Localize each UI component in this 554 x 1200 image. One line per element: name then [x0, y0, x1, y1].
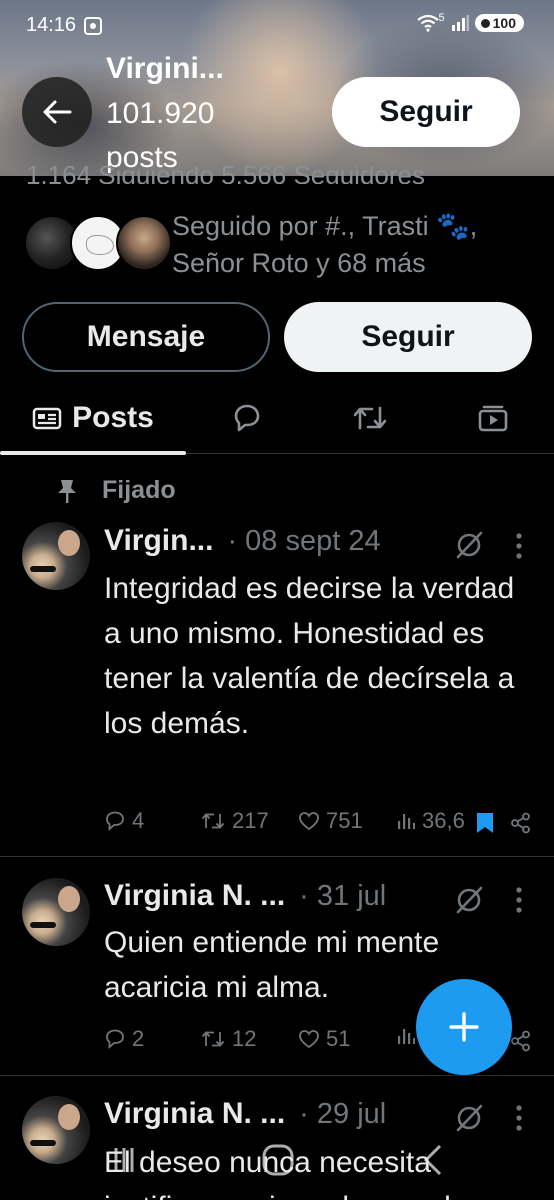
- grok-icon[interactable]: [454, 885, 484, 915]
- plus-icon: [449, 1012, 479, 1042]
- post-divider: [0, 856, 554, 857]
- repost-button[interactable]: 217: [200, 808, 269, 834]
- header-profile-name: Virgini...: [106, 52, 224, 85]
- screen-record-icon: [84, 17, 102, 35]
- header-follow-button[interactable]: Seguir: [332, 77, 520, 147]
- like-button[interactable]: 751: [298, 808, 363, 834]
- battery-level: 100: [492, 15, 516, 31]
- like-count: 751: [326, 808, 363, 833]
- signal-icon: [451, 15, 469, 31]
- heart-icon: [299, 812, 319, 831]
- post-date[interactable]: · 08 sept 24: [227, 525, 380, 558]
- more-vertical-icon[interactable]: [510, 532, 528, 560]
- avatar[interactable]: [22, 522, 90, 590]
- like-button[interactable]: 51: [298, 1026, 350, 1052]
- message-button[interactable]: Mensaje: [22, 302, 270, 372]
- compose-button[interactable]: [416, 979, 512, 1075]
- reply-button[interactable]: 4: [104, 808, 144, 834]
- views-icon: [398, 814, 415, 829]
- post-author[interactable]: Virginia N. ...: [104, 1097, 285, 1131]
- back-button[interactable]: [22, 77, 92, 147]
- follow-button[interactable]: Seguir: [284, 302, 532, 372]
- avatar: [116, 215, 172, 271]
- share-icon[interactable]: [510, 1030, 532, 1052]
- pin-icon: [58, 479, 76, 503]
- system-navigation-bar: [0, 1130, 554, 1190]
- tab-posts-label: Posts: [72, 401, 154, 434]
- repost-icon: [201, 1031, 225, 1047]
- home-icon[interactable]: [258, 1140, 298, 1180]
- like-count: 51: [326, 1026, 351, 1051]
- mutual-followers-avatars[interactable]: [24, 215, 172, 273]
- views-icon: [398, 1029, 415, 1044]
- tab-posts[interactable]: Posts: [0, 382, 186, 455]
- reply-count: 4: [132, 808, 145, 833]
- post-author[interactable]: Virgin...: [104, 524, 213, 558]
- repost-count: 217: [232, 808, 269, 833]
- post-author[interactable]: Virginia N. ...: [104, 879, 285, 913]
- reply-icon: [234, 404, 260, 432]
- more-vertical-icon[interactable]: [510, 886, 528, 914]
- bookmark-icon[interactable]: [476, 812, 494, 834]
- reply-icon: [106, 1029, 124, 1050]
- post-date[interactable]: · 29 jul: [299, 1098, 386, 1131]
- status-time: 14:16: [26, 14, 77, 36]
- profile-tabs: Posts: [0, 382, 554, 455]
- tab-media[interactable]: [432, 382, 554, 454]
- status-bar: 14:16 5 100: [0, 0, 554, 52]
- post-actions: 4 217 751 36,6: [104, 808, 536, 838]
- post-divider: [0, 1075, 554, 1076]
- recent-apps-icon[interactable]: [104, 1140, 144, 1180]
- tab-replies[interactable]: [186, 382, 308, 454]
- network-type-label: 5: [438, 12, 445, 24]
- media-icon: [478, 405, 508, 432]
- arrow-left-icon: [43, 100, 72, 124]
- post-text: Integridad es decirse la verdad a uno mi…: [104, 572, 515, 740]
- share-icon[interactable]: [510, 812, 532, 834]
- reply-button[interactable]: 2: [104, 1026, 144, 1052]
- post-date[interactable]: · 31 jul: [299, 880, 386, 913]
- repost-button[interactable]: 12: [200, 1026, 256, 1052]
- reply-icon: [106, 811, 124, 832]
- views-button[interactable]: 36,6: [396, 808, 465, 834]
- view-count: 36,6: [422, 808, 465, 833]
- followed-by-text[interactable]: Seguido por #., Trasti 🐾, Señor Roto y 6…: [172, 208, 542, 282]
- back-nav-icon[interactable]: [414, 1140, 454, 1180]
- heart-icon: [299, 1030, 319, 1049]
- profile-banner: 14:16 5 100 Virgini... 101.920 posts Seg…: [0, 0, 554, 176]
- pinned-label: Fijado: [102, 476, 176, 504]
- more-vertical-icon[interactable]: [510, 1104, 528, 1132]
- wifi-icon: [416, 14, 439, 32]
- follow-stats-partial[interactable]: 1.164 Siguiendo 5.566 Seguidores: [26, 166, 425, 184]
- tab-highlights[interactable]: [308, 382, 432, 454]
- repost-count: 12: [232, 1026, 257, 1051]
- active-tab-indicator: [0, 451, 186, 455]
- pinned-indicator: Fijado: [56, 476, 176, 505]
- grok-icon[interactable]: [454, 530, 484, 560]
- repost-icon: [353, 406, 387, 430]
- grok-icon[interactable]: [454, 1103, 484, 1133]
- avatar[interactable]: [22, 878, 90, 946]
- repost-icon: [201, 813, 225, 829]
- posts-icon: [32, 407, 62, 430]
- reply-count: 2: [132, 1026, 145, 1051]
- header-post-count: 101.920 posts: [106, 97, 215, 174]
- views-button[interactable]: [396, 1026, 416, 1046]
- battery-indicator: 100: [474, 14, 524, 32]
